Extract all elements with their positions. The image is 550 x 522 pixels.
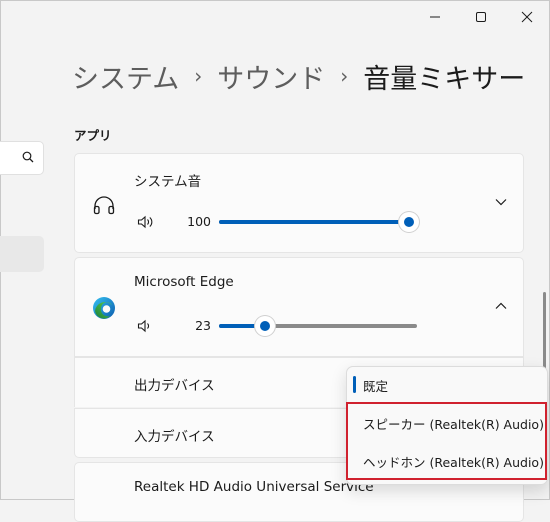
input-device-label: 入力デバイス	[134, 429, 215, 445]
maximize-button[interactable]	[458, 0, 504, 34]
volume-value: 100	[187, 214, 211, 229]
maximize-icon	[476, 12, 486, 22]
volume-slider[interactable]	[219, 212, 419, 232]
breadcrumb-separator: ›	[194, 64, 203, 88]
dropdown-option-headphones[interactable]: ヘッドホン (Realtek(R) Audio)	[347, 443, 547, 479]
breadcrumb-system[interactable]: システム	[72, 57, 179, 96]
speaker-volume-low-icon[interactable]	[137, 319, 155, 333]
option-label: スピーカー (Realtek(R) Audio)	[363, 416, 544, 432]
close-icon	[521, 11, 533, 23]
search-icon	[22, 151, 34, 163]
volume-slider[interactable]	[219, 316, 417, 336]
dropdown-option-default[interactable]: 既定	[347, 367, 547, 403]
volume-slider-thumb[interactable]	[254, 316, 275, 336]
page-title: 音量ミキサー	[363, 63, 526, 95]
volume-slider-fill	[219, 220, 409, 224]
option-label: 既定	[363, 378, 389, 394]
minimize-button[interactable]	[412, 0, 458, 34]
app-name: システム音	[134, 174, 202, 190]
app-card-system-sounds[interactable]: システム音 100	[74, 153, 524, 253]
section-title-apps: アプリ	[74, 128, 112, 143]
volume-value: 23	[195, 318, 211, 333]
app-name: Microsoft Edge	[134, 274, 234, 290]
breadcrumb-separator: ›	[340, 64, 349, 88]
dropdown-option-speakers[interactable]: スピーカー (Realtek(R) Audio)	[347, 405, 547, 441]
volume-slider-thumb[interactable]	[399, 212, 419, 232]
headphones-icon	[93, 196, 115, 215]
chevron-up-icon[interactable]	[495, 302, 507, 310]
app-card-microsoft-edge[interactable]: Microsoft Edge 23	[74, 257, 524, 357]
close-button[interactable]	[504, 0, 550, 34]
edge-logo-icon	[93, 297, 115, 319]
output-device-dropdown[interactable]: 既定 スピーカー (Realtek(R) Audio) ヘッドホン (Realt…	[346, 366, 548, 485]
search-box[interactable]	[0, 141, 44, 175]
breadcrumb-sound[interactable]: サウンド	[217, 57, 325, 96]
breadcrumb: システム › サウンド › 音量ミキサー	[72, 56, 525, 96]
output-device-label: 出力デバイス	[134, 378, 215, 394]
speaker-volume-icon[interactable]	[137, 215, 155, 229]
minimize-icon	[430, 16, 440, 18]
chevron-down-icon[interactable]	[495, 198, 507, 206]
nav-selected-item[interactable]	[0, 236, 44, 272]
option-label: ヘッドホン (Realtek(R) Audio)	[363, 454, 544, 470]
app-name: Realtek HD Audio Universal Service	[134, 479, 374, 495]
selected-indicator	[353, 376, 356, 393]
